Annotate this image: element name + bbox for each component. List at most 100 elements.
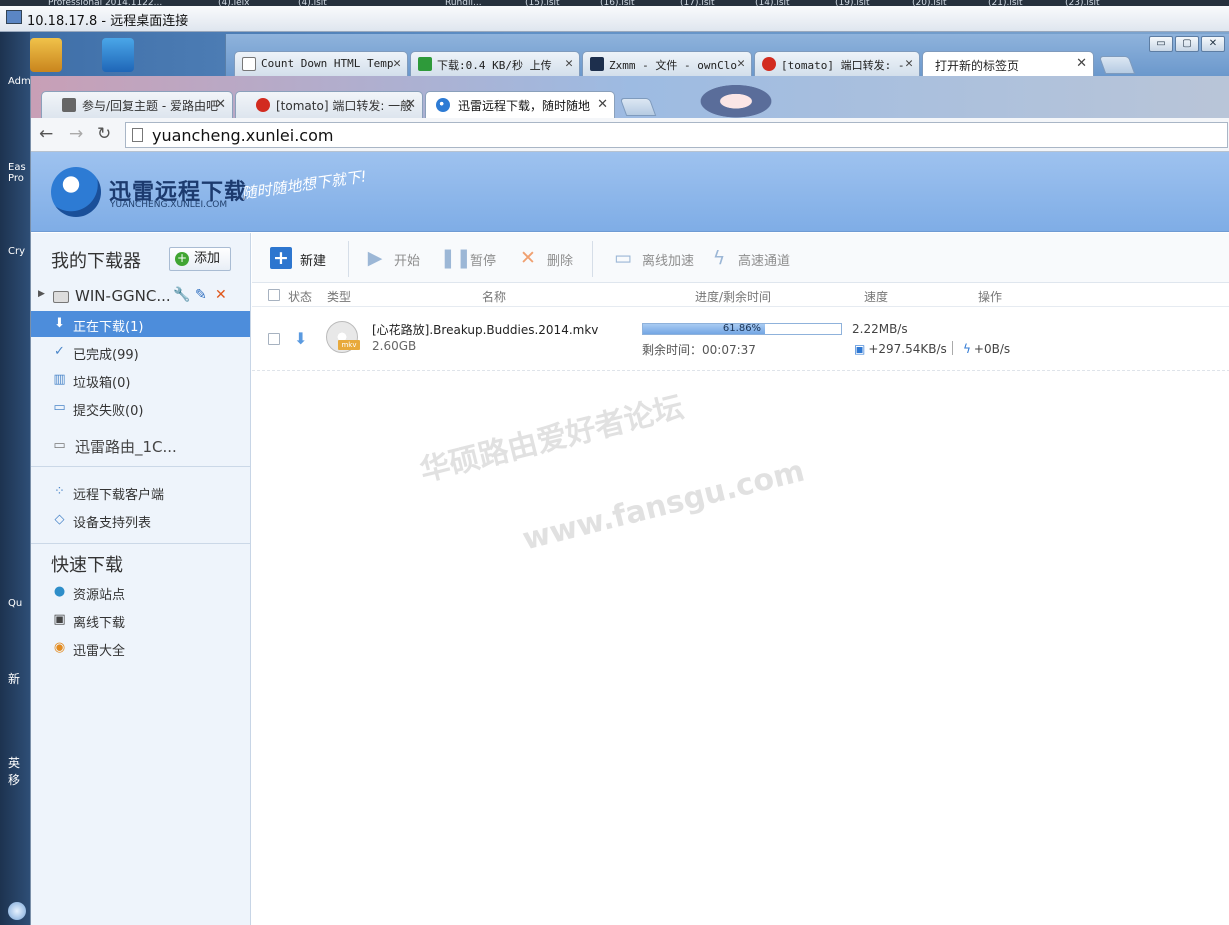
reload-icon[interactable]: ↻ bbox=[97, 124, 111, 144]
edit-icon[interactable]: ✎ bbox=[195, 287, 207, 303]
inner-tab-active[interactable]: 迅雷远程下载，随时随地 ✕ bbox=[425, 91, 615, 118]
start-button-icon[interactable] bbox=[8, 902, 26, 920]
layers-icon: ◇ bbox=[54, 512, 65, 527]
xunlei-logo-icon[interactable] bbox=[51, 167, 101, 217]
col-progress: 进度/剩余时间 bbox=[695, 290, 772, 304]
pause-icon: ❚❚ bbox=[440, 247, 472, 269]
file-ext-badge: mkv bbox=[338, 340, 360, 350]
desktop-label: Eas Pro bbox=[8, 162, 26, 184]
sidebar-item-downloading[interactable]: ⬇ 正在下载(1) bbox=[31, 311, 250, 337]
watermark-text: 华硕路由爱好者论坛 bbox=[416, 389, 688, 490]
close-tab-icon[interactable]: ✕ bbox=[737, 56, 745, 71]
page-icon bbox=[242, 57, 256, 71]
monitor-icon: ▣ bbox=[854, 342, 866, 356]
start-button[interactable]: ▶ 开始 bbox=[364, 247, 424, 269]
outer-tab-label: Zxmm - 文件 - ownClo bbox=[609, 59, 737, 72]
inner-tab[interactable]: 参与/回复主题 - 爱路由吧 ✕ bbox=[41, 91, 233, 118]
close-window-button[interactable]: ✕ bbox=[1201, 36, 1225, 52]
close-tab-icon[interactable]: ✕ bbox=[1076, 56, 1087, 71]
quick-item-xunlei-all[interactable]: ◉ 迅雷大全 bbox=[31, 635, 250, 661]
progress-bar: 61.86% bbox=[642, 323, 842, 335]
sidebar-item-completed[interactable]: ✓ 已完成(99) bbox=[31, 339, 250, 365]
delete-x-icon: ✕ bbox=[520, 247, 536, 269]
window-controls: ▭ ▢ ✕ bbox=[1149, 36, 1225, 52]
back-arrow-icon[interactable]: ← bbox=[39, 124, 53, 144]
download-speed: 2.22MB/s bbox=[852, 322, 908, 336]
pause-button[interactable]: ❚❚ 暂停 bbox=[440, 247, 500, 269]
remote-desktop-icon bbox=[6, 10, 22, 24]
fast-speed: ϟ +0B/s bbox=[963, 342, 1010, 356]
maximize-button[interactable]: ▢ bbox=[1175, 36, 1199, 52]
add-downloader-button[interactable]: + 添加 bbox=[169, 247, 231, 271]
sidebar-item-failed[interactable]: ▭ 提交失败(0) bbox=[31, 395, 250, 421]
minimize-button[interactable]: ▭ bbox=[1149, 36, 1173, 52]
pause-label: 暂停 bbox=[470, 254, 497, 269]
tomato-icon bbox=[256, 98, 270, 112]
new-task-button[interactable]: + 新建 bbox=[270, 247, 330, 269]
inner-tab-label: 参与/回复主题 - 爱路由吧 bbox=[82, 99, 219, 113]
url-input[interactable]: yuancheng.xunlei.com bbox=[125, 122, 1228, 148]
inner-tab-label: [tomato] 端口转发: 一般 bbox=[276, 99, 413, 113]
sidebar-link-device-list[interactable]: ◇ 设备支持列表 bbox=[31, 507, 250, 533]
outer-tab[interactable]: Zxmm - 文件 - ownClo ✕ bbox=[582, 51, 752, 76]
outer-tab[interactable]: [tomato] 端口转发: - ✕ bbox=[754, 51, 920, 76]
close-tab-icon[interactable]: ✕ bbox=[565, 56, 573, 71]
col-name: 名称 bbox=[482, 290, 507, 304]
cut-text: (14).lsit bbox=[755, 0, 790, 8]
remote-desktop-titlebar: Professional 2014.1122... (4).lelx (4).l… bbox=[0, 0, 1229, 32]
task-name: [心花路放].Breakup.Buddies.2014.mkv bbox=[372, 323, 599, 337]
offline-accel-label: 离线加速 bbox=[642, 254, 695, 269]
close-tab-icon[interactable]: ✕ bbox=[393, 56, 401, 71]
router-icon bbox=[62, 98, 76, 112]
trash-icon: ▥ bbox=[53, 372, 66, 387]
outer-tab-active[interactable]: 打开新的标签页 ✕ bbox=[922, 51, 1094, 76]
delete-button[interactable]: ✕ 删除 bbox=[517, 247, 577, 269]
sidebar-item-router[interactable]: ▭ 迅雷路由_1C... bbox=[31, 433, 250, 459]
new-tab-button[interactable] bbox=[1098, 56, 1136, 74]
new-tab-button[interactable] bbox=[619, 98, 657, 116]
close-tab-icon[interactable]: ✕ bbox=[597, 97, 608, 112]
task-checkbox[interactable] bbox=[268, 333, 280, 345]
outer-tab[interactable]: 下载:0.4 KB/秒 上传 ✕ bbox=[410, 51, 580, 76]
sidebar: 我的下载器 + 添加 ▶ WIN-GGNC... 🔧 ✎ ✕ ⬇ 正在下载(1)… bbox=[31, 233, 251, 925]
expand-arrow-icon[interactable]: ▶ bbox=[38, 289, 45, 299]
offline-accel-button[interactable]: ▭ 离线加速 bbox=[612, 247, 696, 269]
close-tab-icon[interactable]: ✕ bbox=[905, 56, 913, 71]
sidebar-item-label: 垃圾箱(0) bbox=[73, 376, 131, 391]
quick-item-offline[interactable]: ▣ 离线下载 bbox=[31, 607, 250, 633]
forward-arrow-icon[interactable]: → bbox=[69, 124, 83, 144]
device-item[interactable]: ▶ WIN-GGNC... 🔧 ✎ ✕ bbox=[31, 285, 250, 309]
downloading-arrow-icon: ⬇ bbox=[294, 329, 308, 348]
remove-icon[interactable]: ✕ bbox=[215, 287, 227, 303]
inner-tab[interactable]: [tomato] 端口转发: 一般 ✕ bbox=[235, 91, 423, 118]
failed-doc-icon: ▭ bbox=[53, 400, 66, 415]
cloud-icon bbox=[590, 57, 604, 71]
sidebar-link-client[interactable]: ⁘ 远程下载客户端 bbox=[31, 479, 250, 505]
outer-tab[interactable]: Count Down HTML Temp ✕ bbox=[234, 51, 408, 76]
delete-label: 删除 bbox=[547, 254, 574, 269]
close-tab-icon[interactable]: ✕ bbox=[405, 97, 416, 112]
task-size: 2.60GB bbox=[372, 339, 417, 353]
cut-text: (20).lsit bbox=[912, 0, 947, 8]
task-table-header: 状态 类型 名称 进度/剩余时间 速度 操作 bbox=[252, 283, 1229, 307]
xunlei-header: 迅雷远程下载 YUANCHENG.XUNLEI.COM 随时随地想下就下! bbox=[31, 152, 1229, 232]
user-folder-icon[interactable] bbox=[30, 38, 62, 72]
cut-text: Professional 2014.1122... bbox=[48, 0, 163, 8]
desktop-label: 英 移 bbox=[8, 756, 21, 787]
sidebar-link-label: 设备支持列表 bbox=[73, 516, 152, 531]
quick-item-resource-sites[interactable]: ● 资源站点 bbox=[31, 579, 250, 605]
download-arrow-icon: ⬇ bbox=[54, 316, 65, 331]
outer-browser-tabbar: ▭ ▢ ✕ Count Down HTML Temp ✕ 下载:0.4 KB/秒… bbox=[225, 34, 1229, 76]
close-tab-icon[interactable]: ✕ bbox=[215, 97, 226, 112]
shortcut-icon[interactable] bbox=[102, 38, 134, 72]
fast-channel-button[interactable]: ϟ 高速通道 bbox=[708, 247, 792, 269]
check-icon: ✓ bbox=[54, 344, 65, 359]
wrench-icon[interactable]: 🔧 bbox=[173, 287, 190, 303]
sidebar-item-trash[interactable]: ▥ 垃圾箱(0) bbox=[31, 367, 250, 393]
task-row[interactable]: ⬇ mkv [心花路放].Breakup.Buddies.2014.mkv 2.… bbox=[252, 307, 1229, 371]
cut-text: (21).lsit bbox=[988, 0, 1023, 8]
select-all-checkbox[interactable] bbox=[268, 289, 280, 301]
browser-icon: ◉ bbox=[53, 640, 66, 655]
play-icon: ▶ bbox=[367, 247, 383, 269]
desktop-label: Qu bbox=[8, 598, 23, 609]
